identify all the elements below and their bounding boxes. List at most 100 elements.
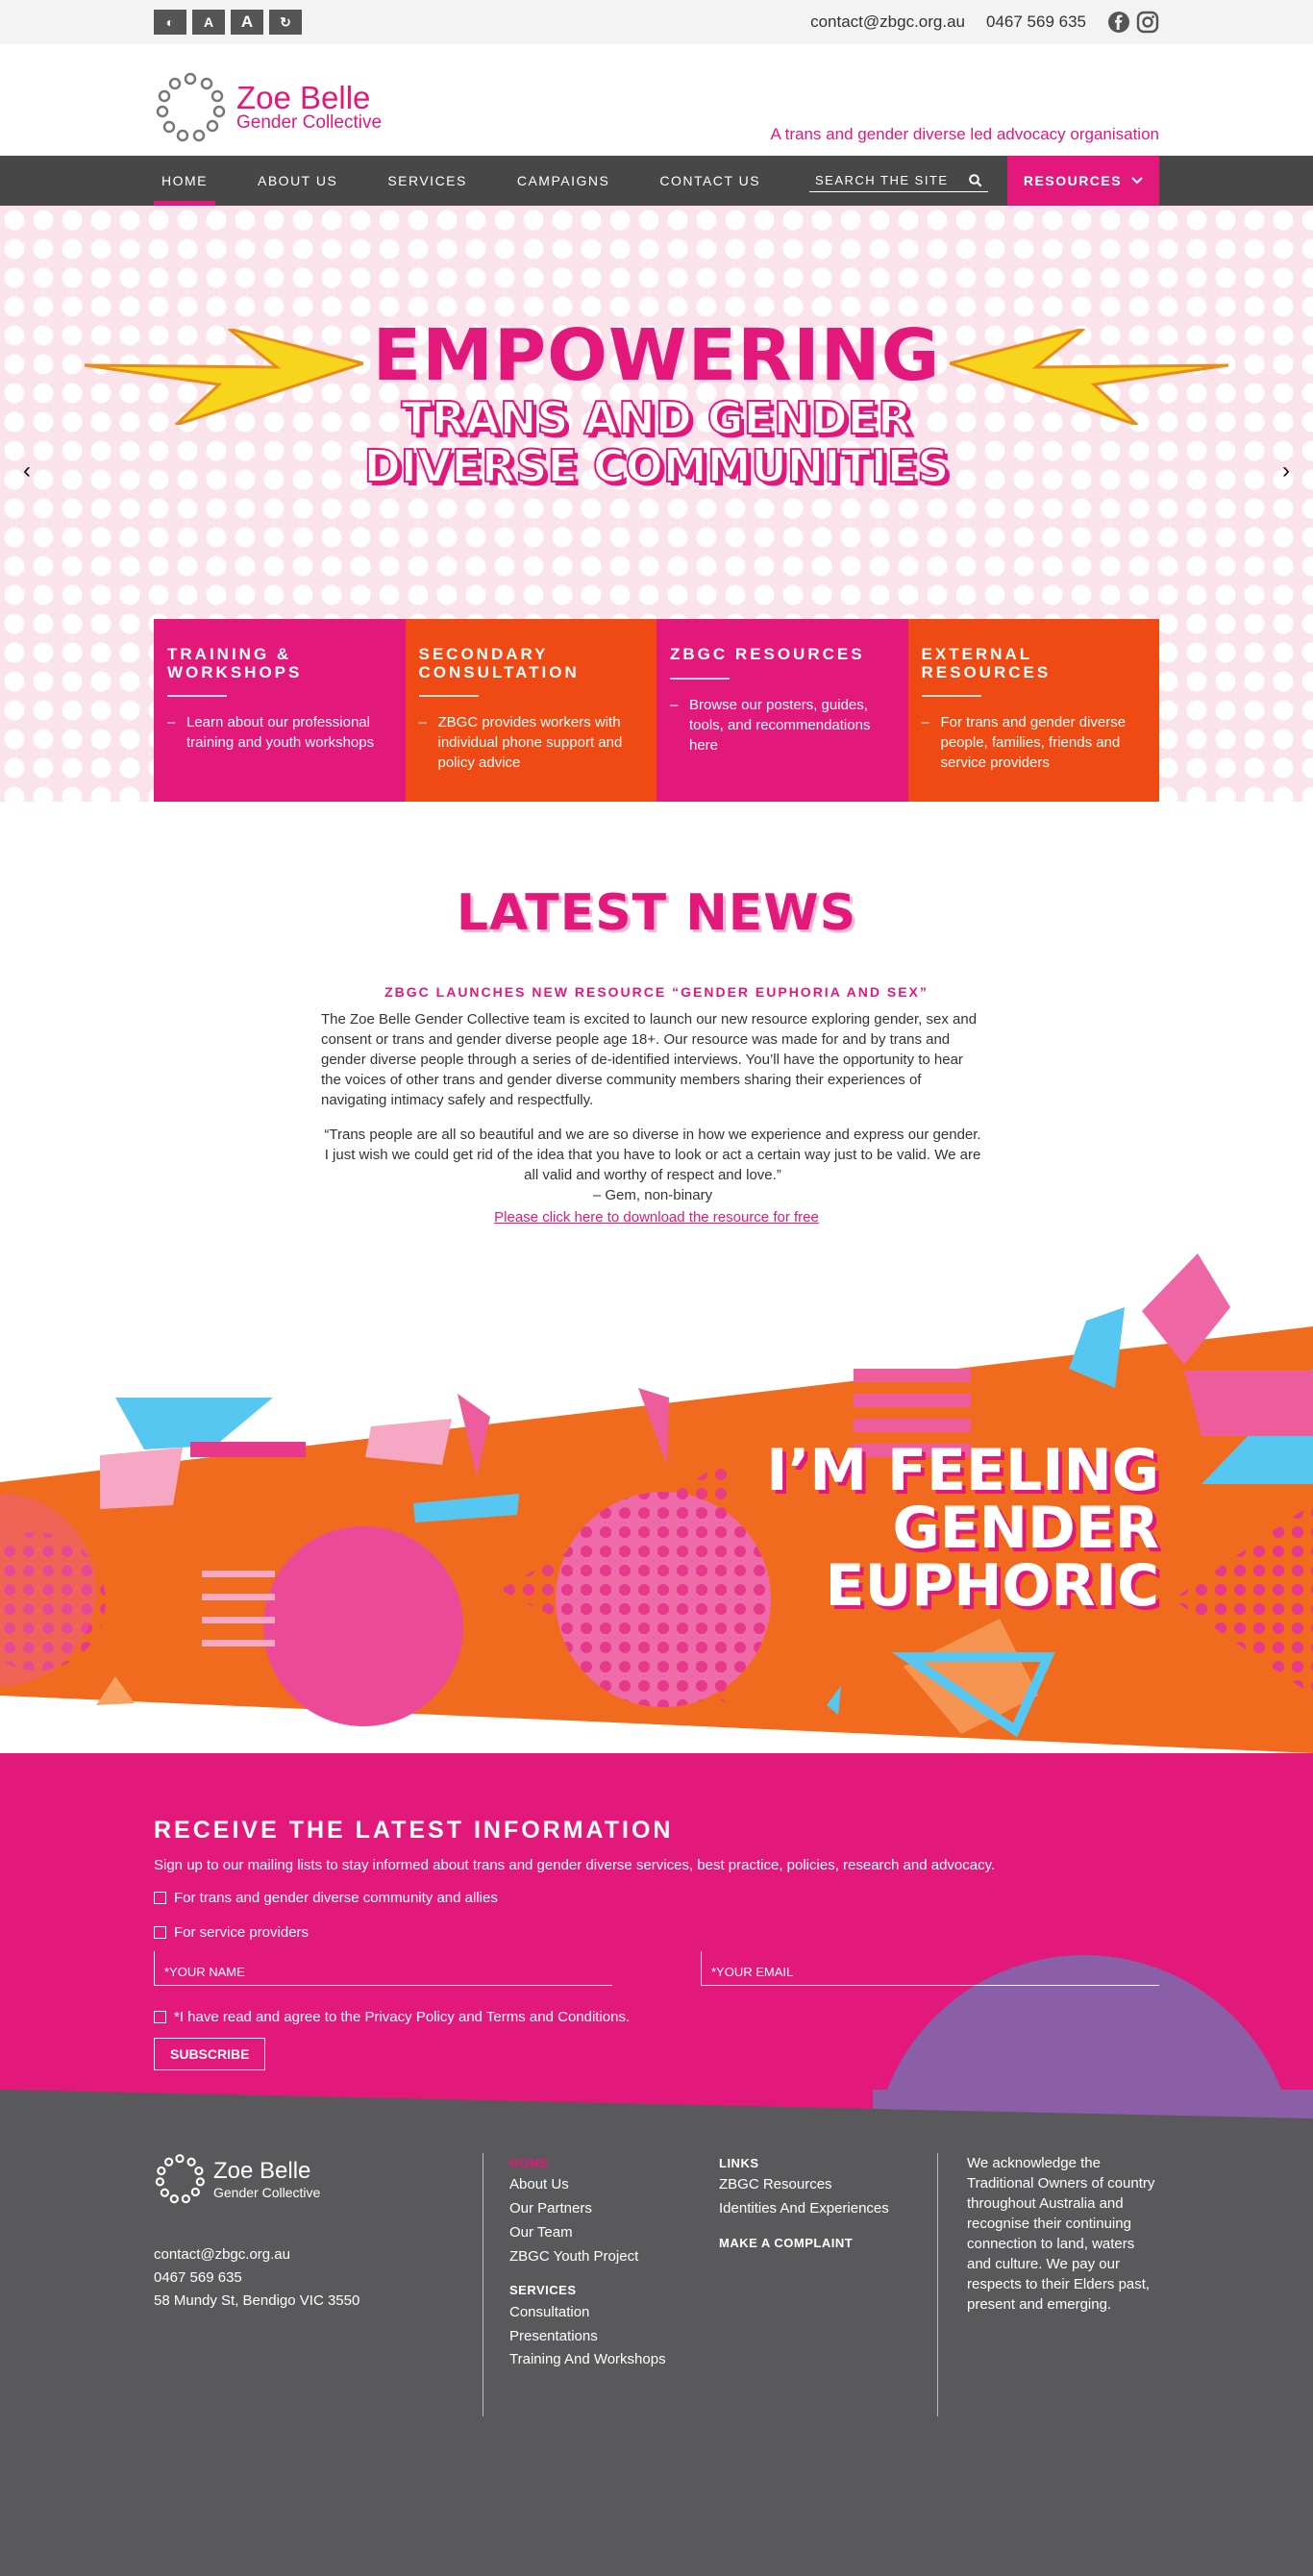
footer-heading-home[interactable]: HOME xyxy=(509,2153,666,2173)
main-nav: HOME ABOUT US SERVICES CAMPAIGNS CONTACT… xyxy=(0,156,1313,206)
hero-slider: EMPOWERING TRANS AND GENDER DIVERSE COMM… xyxy=(0,206,1313,802)
nav-item-about[interactable]: ABOUT US xyxy=(250,156,345,206)
subscribe-title: RECEIVE THE LATEST INFORMATION xyxy=(154,1817,674,1844)
news-quote-attribution: – Gem, non-binary xyxy=(592,1187,713,1203)
footer-email-link[interactable]: contact@zbgc.org.au xyxy=(154,2243,359,2266)
footer-link[interactable]: ZBGC Youth Project xyxy=(509,2245,666,2269)
banner-line-2: GENDER xyxy=(892,1495,1159,1562)
footer-address: 58 Mundy St, Bendigo VIC 3550 xyxy=(154,2292,360,2309)
footer-link[interactable]: Identities And Experiences xyxy=(719,2197,889,2221)
subscribe-section: RECEIVE THE LATEST INFORMATION Sign up t… xyxy=(0,1753,1313,2090)
subscribe-button[interactable]: SUBSCRIBE xyxy=(154,2038,266,2070)
resources-label: RESOURCES xyxy=(1023,173,1123,188)
slider-prev-button[interactable]: ‹ xyxy=(23,458,31,484)
site-logo[interactable]: Zoe Belle Gender Collective xyxy=(154,71,382,144)
card-title: ZBGC RESOURCES xyxy=(670,645,865,663)
card-title: TRAINING & WORKSHOPS xyxy=(167,645,303,681)
font-decrease-button[interactable]: A xyxy=(192,10,225,35)
footer-link[interactable]: Our Partners xyxy=(509,2197,666,2221)
card-text: For trans and gender diverse people, fam… xyxy=(922,712,1147,773)
instagram-icon[interactable] xyxy=(1136,11,1159,34)
news-body: The Zoe Belle Gender Collective team is … xyxy=(321,1011,978,1108)
footer-link[interactable]: Training And Workshops xyxy=(509,2348,666,2372)
name-field[interactable]: *YOUR NAME xyxy=(154,1951,612,1986)
reset-button[interactable]: ↻ xyxy=(269,10,302,35)
site-footer: Zoe Belle Gender Collective contact@zbgc… xyxy=(0,2128,1313,2576)
logo-ring-icon xyxy=(156,72,226,142)
card-external-resources[interactable]: EXTERNAL RESOURCES For trans and gender … xyxy=(907,619,1159,802)
footer-slant xyxy=(0,2090,1313,2128)
gender-euphoric-banner[interactable]: I’M FEELING GENDER EUPHORIC xyxy=(0,1253,1313,1753)
news-quote: “Trans people are all so beautiful and w… xyxy=(324,1127,981,1183)
footer-link[interactable]: ZBGC Resources xyxy=(719,2173,889,2197)
card-divider xyxy=(670,677,730,680)
facebook-icon[interactable] xyxy=(1107,11,1130,34)
hero-heading: EMPOWERING xyxy=(372,314,941,397)
slider-next-button[interactable]: › xyxy=(1282,458,1290,484)
chevron-down-icon xyxy=(1131,177,1143,185)
news-headline: ZBGC LAUNCHES NEW RESOURCE “GENDER EUPHO… xyxy=(384,984,929,1000)
footer-logo-subname: Gender Collective xyxy=(213,2185,321,2200)
card-text: Learn about our professional training an… xyxy=(167,712,392,753)
search-icon[interactable] xyxy=(969,173,982,187)
site-header: Zoe Belle Gender Collective A trans and … xyxy=(0,44,1313,156)
card-title: EXTERNAL RESOURCES xyxy=(921,645,1052,681)
card-text: Browse our posters, guides, tools, and r… xyxy=(670,695,895,755)
footer-col-links: LINKS ZBGC Resources Identities And Expe… xyxy=(719,2153,889,2253)
footer-link[interactable]: Presentations xyxy=(509,2325,666,2349)
top-phone-link[interactable]: 0467 569 635 xyxy=(986,12,1086,32)
checkbox-box[interactable] xyxy=(154,2011,166,2023)
checkbox-label: *I have read and agree to the Privacy Po… xyxy=(174,2009,631,2025)
hero-subheading-1: TRANS AND GENDER xyxy=(400,391,912,444)
agree-terms-checkbox[interactable]: *I have read and agree to the Privacy Po… xyxy=(154,2009,630,2025)
checkbox-box[interactable] xyxy=(154,1892,166,1904)
resources-dropdown-button[interactable]: RESOURCES xyxy=(1007,156,1159,206)
nav-item-contact[interactable]: CONTACT US xyxy=(652,156,768,206)
search-input[interactable]: SEARCH THE SITE xyxy=(809,169,988,192)
nav-item-campaigns[interactable]: CAMPAIGNS xyxy=(509,156,617,206)
footer-complaint-link[interactable]: MAKE A COMPLAINT xyxy=(719,2233,889,2253)
card-divider xyxy=(921,695,981,698)
card-divider xyxy=(418,695,479,698)
email-field[interactable]: *YOUR EMAIL xyxy=(701,1951,1159,1986)
nav-item-home[interactable]: HOME xyxy=(154,156,215,206)
service-providers-checkbox[interactable]: For service providers xyxy=(154,1924,309,1941)
footer-link[interactable]: Our Team xyxy=(509,2221,666,2245)
latest-news-section: LATEST NEWS ZBGC LAUNCHES NEW RESOURCE “… xyxy=(0,802,1313,1253)
contrast-toggle-button[interactable]: ◐ xyxy=(154,10,186,35)
card-consultation[interactable]: SECONDARY CONSULTATION ZBGC provides wor… xyxy=(405,619,656,802)
footer-col-home: HOME About Us Our Partners Our Team ZBGC… xyxy=(509,2153,666,2372)
subscribe-description: Sign up to our mailing lists to stay inf… xyxy=(154,1857,996,1873)
footer-heading-services[interactable]: SERVICES xyxy=(509,2280,666,2300)
footer-link[interactable]: About Us xyxy=(509,2173,666,2197)
card-text: ZBGC provides workers with individual ph… xyxy=(419,712,644,773)
card-title: SECONDARY CONSULTATION xyxy=(418,645,580,681)
footer-logo-name: Zoe Belle xyxy=(213,2158,311,2184)
footer-heading-links: LINKS xyxy=(719,2156,759,2170)
download-resource-link[interactable]: Please click here to download the resour… xyxy=(0,1209,1313,1226)
logo-name: Zoe Belle xyxy=(236,80,371,116)
footer-divider xyxy=(937,2153,938,2416)
news-quote-block: “Trans people are all so beautiful and w… xyxy=(321,1125,984,1205)
font-increase-button[interactable]: A xyxy=(231,10,263,35)
nav-item-services[interactable]: SERVICES xyxy=(380,156,475,206)
footer-link[interactable]: Consultation xyxy=(509,2301,666,2325)
site-tagline: A trans and gender diverse led advocacy … xyxy=(770,125,1159,143)
footer-contact: contact@zbgc.org.au 0467 569 635 58 Mund… xyxy=(154,2243,359,2313)
search-placeholder: SEARCH THE SITE xyxy=(815,173,949,187)
community-list-checkbox[interactable]: For trans and gender diverse community a… xyxy=(154,1890,498,1906)
top-utility-bar: ◐ A A ↻ contact@zbgc.org.au 0467 569 635 xyxy=(0,0,1313,44)
banner-line-1: I’M FEELING xyxy=(766,1437,1159,1504)
accessibility-controls: ◐ A A ↻ xyxy=(154,10,302,35)
card-training[interactable]: TRAINING & WORKSHOPS Learn about our pro… xyxy=(154,619,406,802)
card-zbgc-resources[interactable]: ZBGC RESOURCES Browse our posters, guide… xyxy=(656,619,908,802)
top-email-link[interactable]: contact@zbgc.org.au xyxy=(810,12,965,32)
card-divider xyxy=(167,695,227,698)
footer-logo[interactable]: Zoe Belle Gender Collective xyxy=(154,2153,320,2205)
checkbox-label: For service providers xyxy=(174,1924,310,1941)
footer-phone-link[interactable]: 0467 569 635 xyxy=(154,2266,359,2290)
hero-subheading-2: DIVERSE COMMUNITIES xyxy=(363,440,951,493)
feature-cards: TRAINING & WORKSHOPS Learn about our pro… xyxy=(154,619,1159,802)
acknowledgement-of-country: We acknowledge the Traditional Owners of… xyxy=(967,2155,1155,2313)
checkbox-box[interactable] xyxy=(154,1926,166,1939)
